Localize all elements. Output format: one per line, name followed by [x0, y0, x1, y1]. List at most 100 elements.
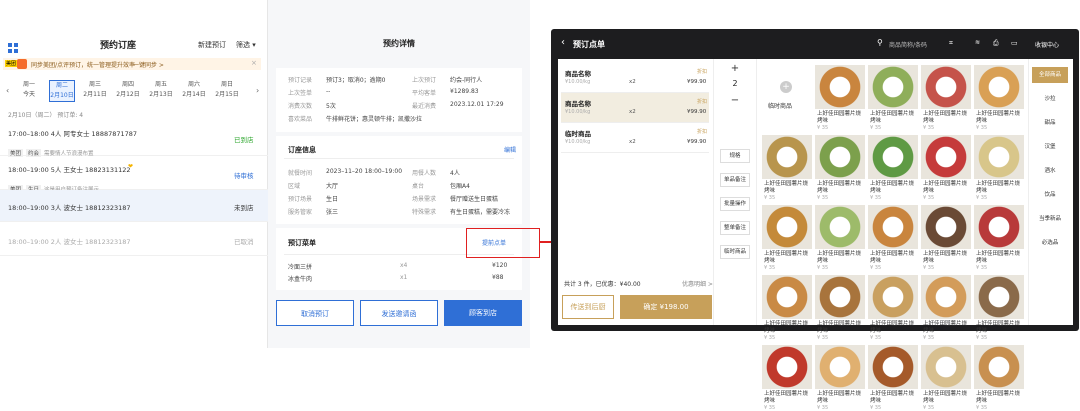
- product-price: ¥ 35: [764, 335, 776, 341]
- label: 喜欢菜品: [288, 116, 313, 123]
- reservation-row[interactable]: 18:00–19:00 5人 王女士 18823131122❤美团生日这是用户预…: [0, 158, 268, 193]
- product-tile[interactable]: 上好佳田园薯片烧烤味 ¥ 35: [974, 275, 1024, 341]
- product-tile[interactable]: 上好佳田园薯片烧烤味 ¥ 35: [868, 65, 918, 131]
- product-name: 上好佳田园薯片烧烤味: [870, 391, 915, 404]
- menu-item-name: 冷面三拼: [288, 264, 313, 271]
- promo-banner[interactable]: 美团 同步美团/点评预订，统一管理提升效率 一键同步 > ×: [3, 58, 261, 70]
- product-price: ¥ 35: [976, 335, 988, 341]
- edit-link[interactable]: 编辑: [504, 145, 516, 154]
- confirm-button[interactable]: 确定 ¥198.00: [620, 295, 712, 319]
- product-tile[interactable]: 上好佳田园薯片烧烤味 ¥ 35: [974, 135, 1024, 201]
- product-tile[interactable]: 上好佳田园薯片烧烤味 ¥ 35: [762, 275, 812, 341]
- product-photo: [762, 205, 812, 249]
- product-price: ¥ 35: [764, 265, 776, 271]
- day-tab[interactable]: 周日 2月15日: [214, 80, 240, 102]
- reservation-row[interactable]: 18:00–19:00 2人 波女士 18812323187 已取消: [0, 224, 268, 256]
- search-input[interactable]: 商品简称/条码: [889, 40, 927, 49]
- printer-icon[interactable]: ⎙: [993, 39, 999, 48]
- product-tile[interactable]: 上好佳田园薯片烧烤味 ¥ 35: [921, 135, 971, 201]
- product-tile[interactable]: 上好佳田园薯片烧烤味 ¥ 35: [974, 65, 1024, 131]
- function-button[interactable]: 单品备注: [720, 173, 750, 187]
- day-tab[interactable]: 周五 2月13日: [148, 80, 174, 102]
- product-tile[interactable]: 上好佳田园薯片烧烤味 ¥ 35: [974, 205, 1024, 271]
- product-tile[interactable]: 上好佳田园薯片烧烤味 ¥ 35: [815, 205, 865, 271]
- label: 场景需求: [412, 196, 437, 203]
- discount-detail-link[interactable]: 优惠明细 >: [682, 279, 713, 288]
- label: 上次预订: [412, 77, 437, 84]
- page-title: 预约订座: [100, 41, 137, 51]
- filter-button[interactable]: 筛选 ▾: [236, 40, 256, 50]
- category-item[interactable]: 必选品: [1032, 235, 1068, 251]
- day-tab[interactable]: 周四 2月12日: [115, 80, 141, 102]
- product-tile[interactable]: 上好佳田园薯片烧烤味 ¥ 35: [974, 345, 1024, 411]
- function-button[interactable]: 批量操作: [720, 197, 750, 211]
- decrease-button[interactable]: −: [720, 95, 750, 107]
- function-button[interactable]: 规格: [720, 149, 750, 163]
- category-item[interactable]: 酒水: [1032, 163, 1068, 179]
- product-tile[interactable]: 上好佳田园薯片烧烤味 ¥ 35: [868, 135, 918, 201]
- cashier-center-link[interactable]: 收银中心: [1035, 40, 1059, 49]
- weekday-label: 周四: [121, 81, 134, 88]
- label: 最近消费: [412, 103, 437, 110]
- value: 2023–11–20 18:00–19:00: [326, 168, 403, 175]
- product-tile[interactable]: 上好佳田园薯片烧烤味 ¥ 35: [921, 345, 971, 411]
- chevron-right-icon[interactable]: ›: [256, 86, 259, 95]
- back-icon[interactable]: ‹: [561, 37, 565, 48]
- product-name: 上好佳田园薯片烧烤味: [817, 181, 862, 194]
- cart-item-tag: 折扣: [697, 99, 708, 105]
- product-tile[interactable]: 上好佳田园薯片烧烤味 ¥ 35: [815, 65, 865, 131]
- day-tab[interactable]: 周二 2月10日: [49, 80, 75, 102]
- temp-goods-tile[interactable]: + 临时商品: [762, 65, 812, 131]
- cancel-reservation-button[interactable]: 取消预订: [276, 300, 354, 326]
- close-icon[interactable]: ×: [251, 59, 257, 67]
- reservation-note: 需要情人节浪漫布置: [44, 151, 94, 157]
- day-tab[interactable]: 周六 2月14日: [181, 80, 207, 102]
- category-item[interactable]: 沙拉: [1032, 91, 1068, 107]
- product-tile[interactable]: 上好佳田园薯片烧烤味 ¥ 35: [762, 345, 812, 411]
- function-button[interactable]: 整单备注: [720, 221, 750, 235]
- category-item[interactable]: 当季新品: [1032, 211, 1068, 227]
- category-item[interactable]: 饮品: [1032, 187, 1068, 203]
- value: 张三: [326, 209, 339, 216]
- day-tab[interactable]: 周三 2月11日: [82, 80, 108, 102]
- chevron-left-icon[interactable]: ‹: [6, 86, 9, 95]
- category-item[interactable]: 全部商品: [1032, 67, 1068, 83]
- customer-arrived-button[interactable]: 顾客到店: [444, 300, 522, 326]
- product-name: 上好佳田园薯片烧烤味: [764, 391, 809, 404]
- product-tile[interactable]: 上好佳田园薯片烧烤味 ¥ 35: [815, 135, 865, 201]
- product-tile[interactable]: 上好佳田园薯片烧烤味 ¥ 35: [815, 345, 865, 411]
- cart-item[interactable]: 商品名称 ¥10.00/kg x2 折扣 ¥99.90: [561, 93, 709, 123]
- cart-item[interactable]: 商品名称 ¥10.00/kg x2 折扣 ¥99.90: [561, 63, 709, 93]
- increase-button[interactable]: +: [720, 63, 750, 75]
- function-button[interactable]: 临时商品: [720, 245, 750, 259]
- reservation-row[interactable]: 17:00–18:00 4人 阿专女士 18887871787 美团 约会 需要情人节…: [0, 122, 268, 157]
- cart-item[interactable]: 临时商品 ¥10.00/kg x2 折扣 ¥99.90: [561, 123, 709, 153]
- product-tile[interactable]: 上好佳田园薯片烧烤味 ¥ 35: [868, 345, 918, 411]
- product-tile[interactable]: 上好佳田园薯片烧烤味 ¥ 35: [921, 65, 971, 131]
- product-tile[interactable]: 上好佳田园薯片烧烤味 ¥ 35: [868, 205, 918, 271]
- category-item[interactable]: 汉堡: [1032, 139, 1068, 155]
- product-tile[interactable]: 上好佳田园薯片烧烤味 ¥ 35: [868, 275, 918, 341]
- message-icon[interactable]: ▭: [1011, 39, 1018, 47]
- category-item[interactable]: 甜品: [1032, 115, 1068, 131]
- product-photo: [974, 135, 1024, 179]
- search-icon[interactable]: ⚲: [877, 38, 883, 47]
- send-invitation-button[interactable]: 发送邀请函: [360, 300, 438, 326]
- reservation-row[interactable]: 18:00–19:00 3人 波女士 18812323187 未到店: [0, 190, 268, 222]
- grid-icon[interactable]: [8, 38, 18, 53]
- promo-link[interactable]: 一键同步 >: [133, 60, 164, 69]
- product-price: ¥ 35: [870, 405, 882, 411]
- day-tab[interactable]: 周一 今天: [16, 80, 42, 102]
- weekday-label: 周五: [154, 81, 167, 88]
- send-to-kitchen-button[interactable]: 传送到后厨: [562, 295, 614, 319]
- product-photo: [762, 345, 812, 389]
- reservation-list-panel: 预约订座 新建预订 筛选 ▾ 美团 同步美团/点评预订，统一管理提升效率 一键同…: [0, 0, 268, 348]
- product-photo: [762, 135, 812, 179]
- new-reservation-button[interactable]: 新建预订: [198, 40, 226, 50]
- product-tile[interactable]: 上好佳田园薯片烧烤味 ¥ 35: [762, 135, 812, 201]
- product-tile[interactable]: 上好佳田园薯片烧烤味 ¥ 35: [921, 205, 971, 271]
- product-tile[interactable]: 上好佳田园薯片烧烤味 ¥ 35: [921, 275, 971, 341]
- product-tile[interactable]: 上好佳田园薯片烧烤味 ¥ 35: [762, 205, 812, 271]
- product-tile[interactable]: 上好佳田园薯片烧烤味 ¥ 35: [815, 275, 865, 341]
- scan-icon[interactable]: ⌗: [949, 39, 953, 48]
